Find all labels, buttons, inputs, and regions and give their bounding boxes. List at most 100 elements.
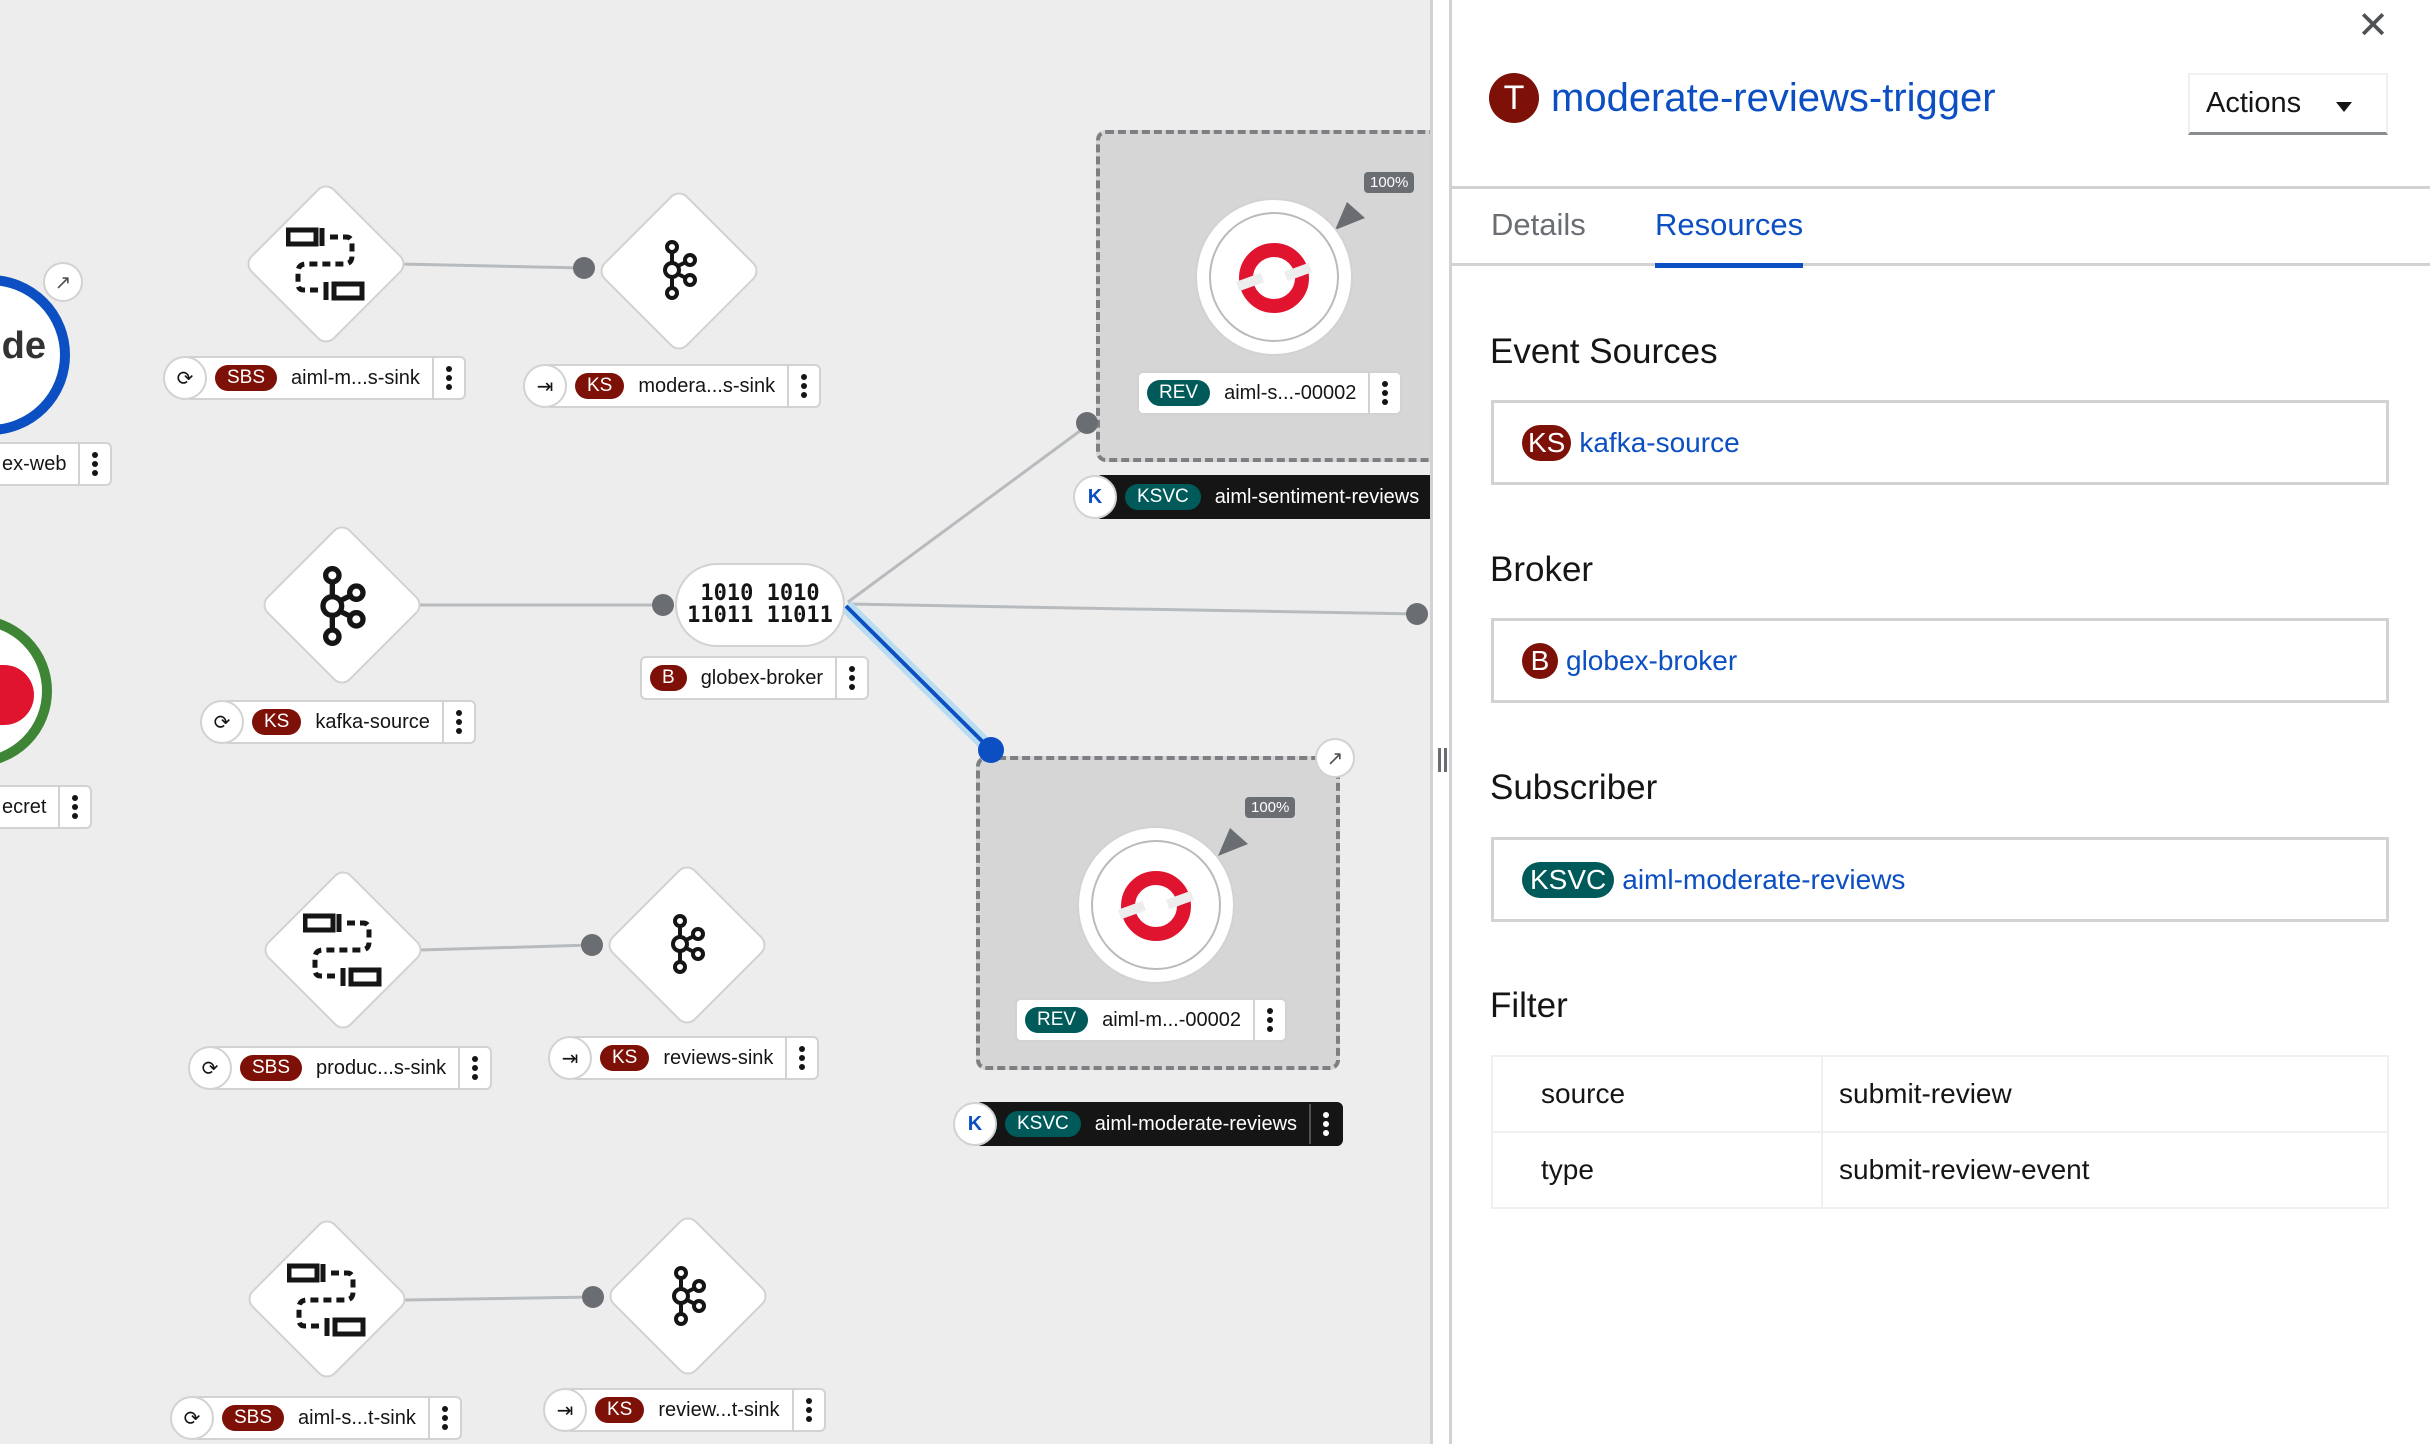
selected-edge-anchor[interactable]: [978, 737, 1004, 763]
kebab-menu-icon[interactable]: [1368, 373, 1400, 413]
subscriber-item: KSVC aiml-moderate-reviews: [1491, 837, 2389, 922]
trigger-badge: T: [1489, 73, 1539, 123]
label-sbs2[interactable]: ⟳ SBS produc...s-sink: [188, 1046, 493, 1090]
node-label: kafka-source: [315, 710, 430, 733]
knative-icon: K: [1073, 475, 1117, 519]
tab-details[interactable]: Details: [1491, 207, 1586, 265]
kebab-menu-icon[interactable]: [58, 787, 90, 827]
node-label: produc...s-sink: [316, 1056, 447, 1079]
openshift-icon: [1118, 871, 1194, 941]
edge-broker-rev1[interactable]: [847, 423, 1089, 604]
node-label: aiml-m...s-sink: [291, 366, 420, 389]
label-ks1[interactable]: ⇥ KS modera...s-sink: [523, 364, 822, 408]
label-ks3[interactable]: ⇥ KS review...t-sink: [543, 1388, 826, 1432]
label-ksvc1[interactable]: K KSVC aiml-sentiment-reviews: [1073, 475, 1430, 519]
tab-resources[interactable]: Resources: [1655, 207, 1804, 268]
edge-anchor[interactable]: [1076, 412, 1098, 434]
label-rev2[interactable]: REV aiml-m...-00002: [1015, 998, 1288, 1042]
edge-anchor[interactable]: [1406, 603, 1428, 625]
kafka-source-link[interactable]: kafka-source: [1579, 427, 1739, 459]
type-badge: KSVC: [1005, 1111, 1081, 1137]
sink-binding-status-icon: ⟳: [170, 1396, 214, 1440]
label-sbs1[interactable]: ⟳ SBS aiml-m...s-sink: [163, 356, 466, 400]
kebab-menu-icon[interactable]: [787, 366, 819, 406]
type-badge: KS: [595, 1397, 645, 1423]
label-sbs3[interactable]: ⟳ SBS aiml-s...t-sink: [170, 1396, 462, 1440]
type-badge: SBS: [215, 365, 278, 391]
kafka-icon: [320, 566, 366, 646]
kebab-menu-icon[interactable]: [1253, 1000, 1285, 1040]
node-label: ecret: [2, 795, 47, 818]
traffic-arrow-icon: [1335, 202, 1365, 230]
edge-anchor[interactable]: [652, 594, 674, 616]
kebab-menu-icon[interactable]: [1309, 1104, 1341, 1144]
actions-dropdown[interactable]: Actions: [2188, 73, 2388, 135]
node-label: review...t-sink: [658, 1398, 780, 1421]
caret-down-icon: [2336, 102, 2352, 112]
actions-label: Actions: [2206, 87, 2302, 119]
kafka-icon: [663, 240, 697, 300]
filter-value: submit-review-event: [1821, 1131, 2389, 1209]
label-globex-web[interactable]: ex-web: [0, 442, 113, 486]
sink-binding-icon: [286, 227, 365, 301]
table-row: type submit-review-event: [1491, 1131, 2389, 1209]
node-label: aiml-s...t-sink: [298, 1406, 416, 1429]
drag-grip-icon[interactable]: [1438, 748, 1448, 772]
edge-broker-right[interactable]: [847, 602, 1419, 616]
label-kafka-source[interactable]: ⟳ KS kafka-source: [200, 700, 476, 744]
topology-canvas[interactable]: de ↗ ex-web ecret ⟳ SBS aiml-m...s-sink …: [0, 0, 1430, 1444]
sink-icon: ⇥: [543, 1388, 587, 1432]
openshift-icon: [1236, 243, 1312, 313]
subscriber-link[interactable]: aiml-moderate-reviews: [1622, 864, 1905, 896]
traffic-arrow-icon: [1218, 828, 1248, 856]
type-badge: REV: [1025, 1007, 1089, 1033]
broker-heading: Broker: [1490, 550, 1594, 589]
source-status-icon: ⟳: [200, 700, 244, 744]
edge-sbs3-ks3[interactable]: [404, 1295, 594, 1302]
knative-icon: K: [953, 1102, 997, 1146]
kebab-menu-icon[interactable]: [785, 1038, 817, 1078]
label-ksvc2[interactable]: K KSVC aiml-moderate-reviews: [953, 1102, 1344, 1146]
label-ks2[interactable]: ⇥ KS reviews-sink: [548, 1036, 820, 1080]
ks-badge: KS: [1522, 424, 1572, 461]
type-badge: SBS: [222, 1405, 285, 1431]
kebab-menu-icon[interactable]: [458, 1048, 490, 1088]
edge-sbs1-ks1[interactable]: [399, 262, 585, 270]
kebab-menu-icon[interactable]: [431, 358, 464, 398]
label-secret[interactable]: ecret: [0, 785, 93, 829]
node-broker-globex[interactable]: 1010 1010 11011 11011: [675, 563, 845, 647]
type-badge: SBS: [240, 1055, 303, 1081]
kebab-menu-icon[interactable]: [427, 1398, 460, 1438]
kebab-menu-icon[interactable]: [834, 658, 867, 698]
node-label: aiml-m...-00002: [1102, 1008, 1242, 1031]
node-label: globex-broker: [700, 666, 823, 689]
kafka-icon: [672, 1266, 706, 1326]
type-badge: KS: [252, 709, 302, 735]
external-link-icon[interactable]: ↗: [1315, 738, 1355, 778]
label-rev1[interactable]: REV aiml-s...-00002: [1137, 371, 1403, 415]
subscriber-heading: Subscriber: [1490, 768, 1658, 807]
close-icon[interactable]: ✕: [2355, 7, 2391, 45]
broker-icon-line-1: 1010 1010: [700, 581, 820, 606]
sink-icon: ⇥: [548, 1036, 592, 1080]
sink-binding-icon: [303, 913, 382, 987]
trigger-title-link[interactable]: moderate-reviews-trigger: [1551, 76, 1996, 121]
traffic-percent-badge: 100%: [1364, 172, 1415, 193]
kebab-menu-icon[interactable]: [78, 444, 110, 484]
external-link-icon[interactable]: ↗: [43, 262, 83, 302]
type-badge: KSVC: [1125, 484, 1201, 510]
sink-icon: ⇥: [523, 364, 567, 408]
event-sources-heading: Event Sources: [1490, 332, 1718, 371]
edge-anchor[interactable]: [582, 1286, 604, 1308]
kebab-menu-icon[interactable]: [791, 1390, 824, 1430]
label-broker[interactable]: B globex-broker: [640, 656, 869, 700]
globex-broker-link[interactable]: globex-broker: [1566, 645, 1737, 677]
type-badge: KS: [575, 373, 625, 399]
panel-resize-handle[interactable]: [1430, 0, 1449, 1444]
edge-anchor[interactable]: [581, 934, 603, 956]
edge-sbs2-ks2[interactable]: [419, 943, 593, 952]
filter-table: source submit-review type submit-review-…: [1491, 1055, 2389, 1209]
broker-item: B globex-broker: [1491, 618, 2389, 703]
edge-anchor[interactable]: [573, 257, 595, 279]
kebab-menu-icon[interactable]: [441, 702, 474, 742]
